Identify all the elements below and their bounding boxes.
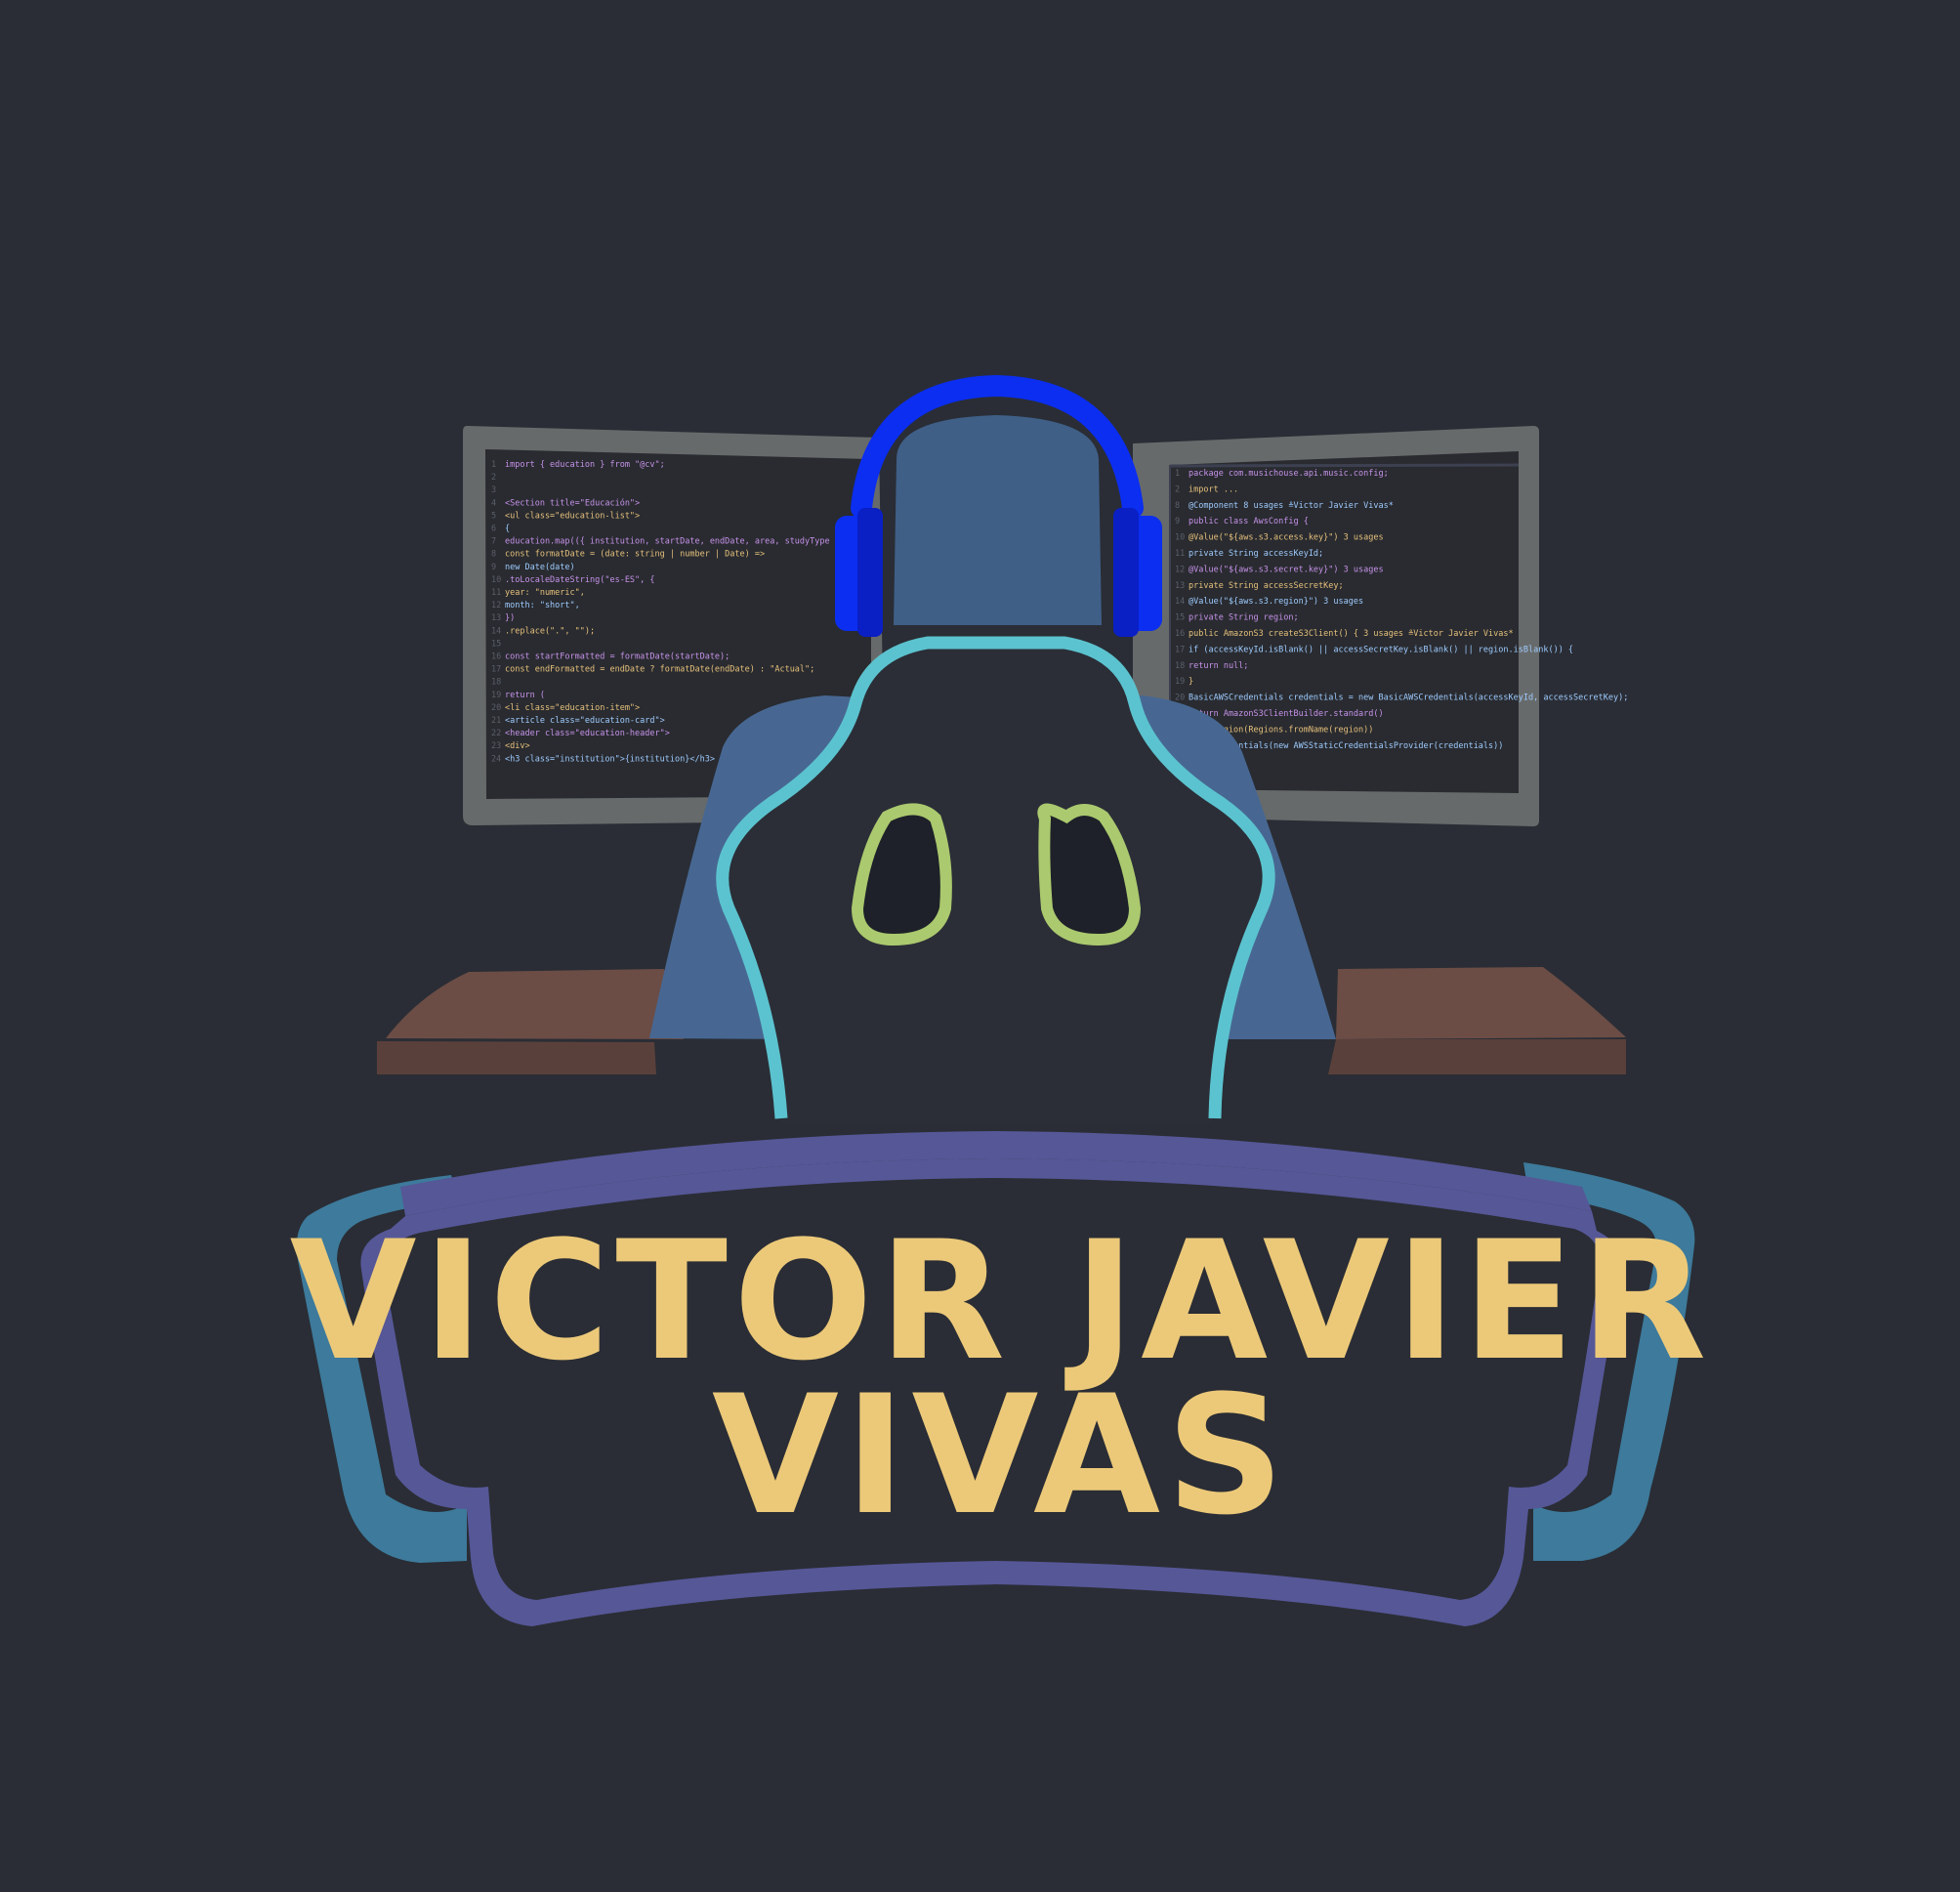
code-line-number: 23 [491,741,501,751]
code-line: }) [505,613,515,623]
code-line-number: 12 [1175,565,1185,574]
code-line-number: 4 [491,498,496,508]
code-line-number: 2 [1175,484,1180,494]
code-line: return ( [505,691,545,700]
code-line: BasicAWSCredentials credentials = new Ba… [1189,694,1628,703]
code-line-number: 18 [1175,661,1185,671]
code-line: const formatDate = (date: string | numbe… [505,550,765,560]
code-line-number: 10 [1175,533,1185,543]
code-line: .replace(".", ""); [505,626,595,636]
name-banner: VICTOR JAVIER VIVAS [290,1131,1706,1626]
code-line-number: 18 [491,678,501,688]
code-line-number: 8 [491,550,496,560]
code-line-number: 7 [491,537,496,547]
code-line: import ... [1189,484,1238,494]
code-line-number: 8 [1175,501,1180,511]
code-line-number: 2 [491,473,496,483]
code-line-number: 14 [1175,597,1185,607]
code-line: public class AwsConfig { [1189,517,1309,526]
code-line-number: 19 [1175,677,1185,687]
code-line-number: 1 [1175,469,1180,479]
code-line: public AmazonS3 createS3Client() { 3 usa… [1189,629,1514,639]
code-line: <li class="education-item"> [505,703,640,713]
code-line: @Value("${aws.s3.region}") 3 usages [1189,597,1363,607]
code-line: import { education } from "@cv"; [505,460,665,470]
code-line: <header class="education-header"> [505,729,670,738]
code-line-number: 16 [1175,629,1185,639]
code-line-number: 17 [1175,645,1185,654]
code-line: } [1189,677,1193,687]
code-line: <div> [505,741,530,751]
code-line-number: 12 [491,601,501,610]
code-line: education.map(({ institution, startDate,… [505,537,870,547]
code-line: .toLocaleDateString("es-ES", { [505,575,655,585]
code-line: @Component 8 usages ≗Victor Javier Vivas… [1189,501,1394,511]
code-line: year: "numeric", [505,588,585,598]
code-line-number: 16 [491,652,501,662]
code-line: private String accessKeyId; [1189,549,1323,559]
code-line: private String accessSecretKey; [1189,581,1344,591]
code-line-number: 3 [491,485,496,495]
code-line: { [505,525,510,534]
code-line-number: 11 [1175,549,1185,559]
code-line-number: 20 [491,703,501,713]
code-line-number: 19 [491,691,501,700]
code-line: @Value("${aws.s3.secret.key}") 3 usages [1189,565,1384,574]
code-line-number: 6 [491,525,496,534]
code-line-number: 9 [1175,517,1180,526]
code-line: new Date(date) [505,563,575,572]
code-line: <h3 class="institution">{institution}</h… [505,754,715,764]
code-line-number: 13 [491,613,501,623]
code-line: <article class="education-card"> [505,716,665,726]
code-line-number: 13 [1175,581,1185,591]
banner-line-2: VIVAS [712,1360,1290,1551]
code-line: @Value("${aws.s3.access.key}") 3 usages [1189,533,1384,543]
code-line-number: 15 [491,639,501,649]
headrest [894,415,1102,625]
code-line: month: "short", [505,601,580,610]
code-line: return null; [1189,661,1248,671]
code-line-number: 10 [491,575,501,585]
code-line: package com.musichouse.api.music.config; [1189,469,1389,479]
code-line-number: 20 [1175,694,1185,703]
code-line-number: 17 [491,665,501,675]
code-line: <Section title="Educación"> [505,497,640,508]
code-line-number: 22 [491,729,501,738]
code-line: private String region; [1189,613,1299,623]
code-line-number: 24 [491,754,501,764]
code-line: <ul class="education-list"> [505,511,640,521]
code-line: return AmazonS3ClientBuilder.standard() [1189,709,1384,719]
code-line-number: 1 [491,460,496,470]
code-line-number: 9 [491,563,496,572]
code-line-number: 11 [491,588,501,598]
code-line: if (accessKeyId.isBlank() || accessSecre… [1189,645,1573,654]
code-line-number: 15 [1175,613,1185,623]
code-line: const startFormatted = formatDate(startD… [505,652,730,662]
code-line-number: 21 [491,716,501,726]
code-line: const endFormatted = endDate ? formatDat… [505,665,814,675]
code-line-number: 5 [491,511,496,521]
code-line-number: 14 [491,626,501,636]
logo-scene: 1 import { education } from "@cv";234 <Sec… [290,374,1706,1626]
